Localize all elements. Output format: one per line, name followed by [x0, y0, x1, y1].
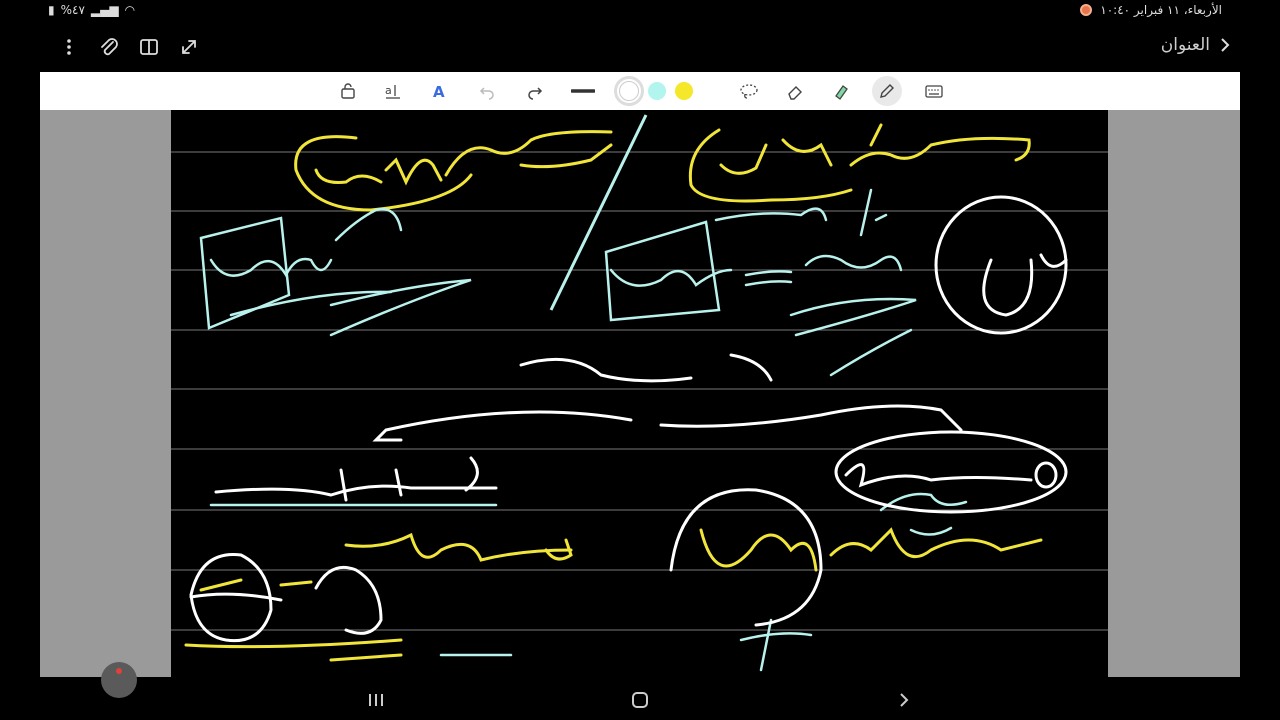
document-title[interactable]: العنوان	[1161, 35, 1232, 55]
color-cyan[interactable]	[646, 80, 668, 102]
keyboard-icon[interactable]	[923, 80, 945, 102]
svg-text:A: A	[433, 83, 445, 100]
expand-icon[interactable]	[178, 36, 200, 58]
pen-icon[interactable]	[872, 76, 902, 106]
text-color-icon[interactable]: A	[428, 80, 450, 102]
line-icon[interactable]	[571, 80, 595, 102]
redo-icon[interactable]	[524, 80, 546, 102]
handwriting-layer[interactable]	[171, 110, 1108, 677]
document-title-text: العنوان	[1160, 35, 1210, 55]
yellow-ink-bottom	[184, 527, 1043, 662]
status-bar: ▮ %٤٧ ▂▄▆ ◠ الأربعاء، ١١ فبراير ١٠:٤٠	[0, 0, 1280, 24]
home-icon[interactable]	[628, 690, 652, 710]
back-icon[interactable]	[892, 690, 916, 710]
yellow-swatch[interactable]	[675, 82, 693, 100]
battery-level: %٤٧	[60, 3, 85, 17]
lasso-icon[interactable]	[738, 80, 760, 102]
highlighter-icon[interactable]	[830, 80, 852, 102]
status-left: ▮ %٤٧ ▂▄▆ ◠	[48, 3, 135, 17]
divider-stroke	[549, 114, 648, 311]
drawing-toolbar: a A	[40, 72, 1240, 110]
note-page[interactable]	[171, 110, 1108, 677]
header-actions	[58, 36, 200, 58]
white-ink	[189, 195, 1068, 643]
record-dot-icon	[116, 668, 122, 674]
eraser-icon[interactable]	[784, 80, 806, 102]
recording-icon	[1080, 4, 1093, 16]
svg-text:a: a	[385, 84, 392, 97]
battery-icon: ▮	[48, 3, 55, 17]
color-white[interactable]	[614, 76, 644, 106]
canvas-area[interactable]	[40, 110, 1240, 677]
white-swatch[interactable]	[614, 76, 644, 106]
cyan-swatch[interactable]	[648, 82, 666, 100]
wifi-icon: ◠	[124, 3, 136, 17]
more-icon[interactable]	[58, 36, 80, 58]
signal-icon: ▂▄▆	[90, 3, 119, 17]
app-header: العنوان	[0, 28, 1280, 68]
status-right: الأربعاء، ١١ فبراير ١٠:٤٠	[1080, 3, 1222, 17]
clock-date: الأربعاء، ١١ فبراير ١٠:٤٠	[1100, 3, 1222, 17]
text-size-icon[interactable]: a	[382, 80, 404, 102]
ruled-lines	[171, 151, 1108, 631]
recent-apps-icon[interactable]	[364, 690, 388, 710]
system-nav-bar	[0, 680, 1280, 720]
yellow-ink-top	[294, 123, 1031, 212]
chevron-right-icon[interactable]	[1218, 36, 1232, 54]
cyan-ink	[199, 188, 968, 672]
book-icon[interactable]	[138, 36, 160, 58]
color-yellow[interactable]	[673, 80, 695, 102]
undo-icon[interactable]	[476, 80, 498, 102]
attach-icon[interactable]	[98, 36, 120, 58]
lock-icon[interactable]	[337, 80, 359, 102]
